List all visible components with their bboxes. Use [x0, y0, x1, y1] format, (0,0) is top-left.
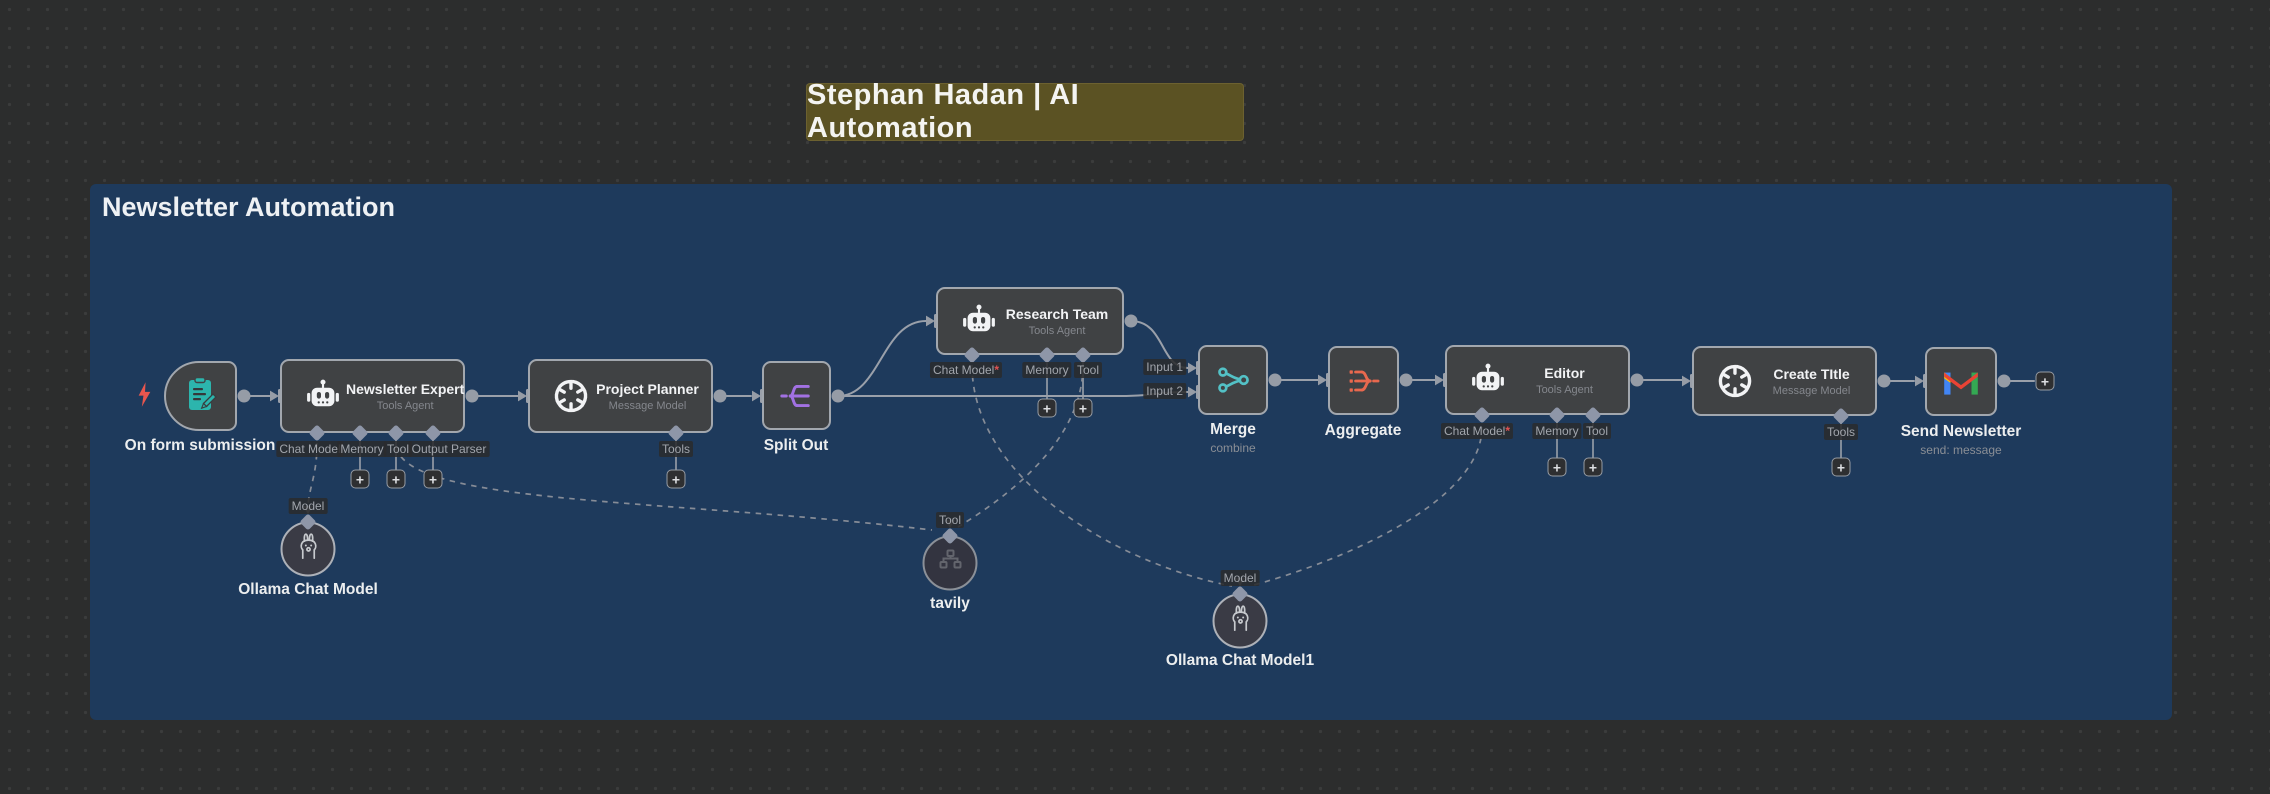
node-sublabel-merge: combine — [1210, 441, 1255, 455]
port-label-chat-model: Chat Model* — [1441, 423, 1513, 439]
node-merge[interactable] — [1198, 345, 1268, 415]
node-sublabel-send-newsletter: send: message — [1920, 443, 2001, 457]
port-label-chat-model: Chat Model — [276, 441, 343, 457]
gmail-icon — [1938, 366, 1984, 398]
node-label-tavily: tavily — [930, 595, 970, 613]
node-subtitle: Tools Agent — [1029, 325, 1086, 337]
port-label-model: Model — [289, 498, 328, 514]
port-label-memory: Memory — [1022, 362, 1071, 378]
ollama-icon — [1223, 602, 1257, 641]
node-subtitle: Tools Agent — [1536, 384, 1593, 396]
node-subtitle: Message Model — [609, 400, 687, 412]
add-output-parser-button[interactable]: + — [424, 470, 443, 489]
robot-icon — [1465, 361, 1511, 399]
add-tool-button[interactable]: + — [1832, 458, 1851, 477]
port-label-memory: Memory — [1532, 423, 1581, 439]
merge-icon — [1210, 362, 1256, 398]
openai-icon — [548, 378, 594, 414]
port-label-tool: Tool — [936, 512, 964, 528]
port-label-output-parser: Output Parser — [409, 441, 490, 457]
node-subtitle: Message Model — [1773, 385, 1851, 397]
node-on-form-submission[interactable] — [164, 361, 237, 431]
node-send-newsletter[interactable] — [1925, 347, 1997, 416]
port-label-tool: Tool — [1074, 362, 1102, 378]
merge-input2-label: Input 2 — [1143, 383, 1186, 399]
add-tool-button[interactable]: + — [1584, 458, 1603, 477]
node-title: Project Planner — [596, 381, 699, 397]
node-label-on-form-submission: On form submission — [125, 437, 276, 455]
node-research-team[interactable]: Research Team Tools Agent — [936, 287, 1124, 355]
form-icon — [178, 376, 224, 416]
node-subtitle: Tools Agent — [377, 400, 434, 412]
port-label-memory: Memory — [337, 441, 386, 457]
node-label-ollama-chat-model1: Ollama Chat Model1 — [1166, 652, 1314, 670]
aggregate-icon — [1341, 363, 1387, 399]
node-editor[interactable]: Editor Tools Agent — [1445, 345, 1630, 415]
merge-input1-label: Input 1 — [1143, 359, 1186, 375]
port-label-chat-model: Chat Model* — [930, 362, 1002, 378]
robot-icon — [956, 302, 1002, 340]
port-label-tools: Tools — [659, 441, 693, 457]
node-title: Create TItle — [1773, 366, 1849, 382]
add-tool-button[interactable]: + — [387, 470, 406, 489]
add-tool-button[interactable]: + — [667, 470, 686, 489]
port-label-tool: Tool — [1583, 423, 1611, 439]
add-memory-button[interactable]: + — [1548, 458, 1567, 477]
node-newsletter-expert[interactable]: Newsletter Expert Tools Agent — [280, 359, 465, 433]
node-label-ollama-chat-model: Ollama Chat Model — [238, 581, 378, 599]
add-memory-button[interactable]: + — [1038, 399, 1057, 418]
port-label-model: Model — [1221, 570, 1260, 586]
add-tool-button[interactable]: + — [1074, 399, 1093, 418]
port-label-tools: Tools — [1824, 424, 1858, 440]
node-title: Editor — [1544, 365, 1584, 381]
ollama-icon — [291, 530, 325, 569]
split-out-icon — [774, 378, 820, 414]
node-label-aggregate: Aggregate — [1325, 422, 1402, 440]
node-aggregate[interactable] — [1328, 346, 1399, 415]
sticky-note-banner[interactable]: Stephan Hadan | AI Automation — [806, 83, 1244, 141]
tavily-sitemap-icon — [934, 545, 966, 582]
lightning-trigger-icon — [136, 381, 153, 408]
node-split-out[interactable] — [762, 361, 831, 430]
add-next-node-button[interactable]: + — [2036, 372, 2055, 391]
openai-icon — [1712, 363, 1758, 399]
add-memory-button[interactable]: + — [351, 470, 370, 489]
node-label-merge: Merge — [1210, 421, 1256, 439]
node-create-title[interactable]: Create TItle Message Model — [1692, 346, 1877, 416]
banner-title: Stephan Hadan | AI Automation — [807, 79, 1243, 145]
robot-icon — [300, 377, 346, 415]
node-title: Newsletter Expert — [346, 381, 464, 397]
workflow-group-title: Newsletter Automation — [102, 192, 395, 223]
node-project-planner[interactable]: Project Planner Message Model — [528, 359, 713, 433]
node-label-send-newsletter: Send Newsletter — [1901, 423, 2022, 441]
node-label-split-out: Split Out — [764, 437, 829, 455]
node-title: Research Team — [1006, 306, 1108, 322]
